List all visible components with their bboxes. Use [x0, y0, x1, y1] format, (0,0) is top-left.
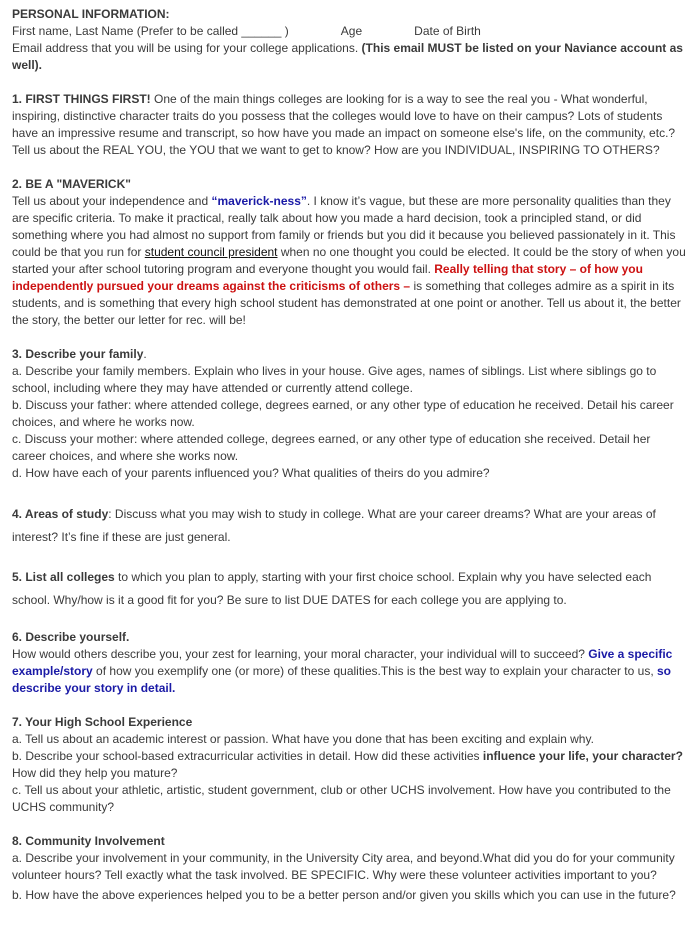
- s6-text-1: How would others describe you, your zest…: [12, 647, 589, 661]
- personal-fields-line: First name, Last Name (Prefer to be call…: [12, 23, 687, 40]
- email-line: Email address that you will be using for…: [12, 40, 687, 74]
- s7-b-text-2: How did they help you mature?: [12, 766, 178, 780]
- s3-item-b: b. Discuss your father: where attended c…: [12, 398, 674, 429]
- s3-heading-end: .: [143, 347, 147, 361]
- section-1-heading: 1. FIRST THINGS FIRST!: [12, 92, 151, 106]
- s3-item-a: a. Describe your family members. Explain…: [12, 364, 657, 395]
- section-5: 5. List all colleges to which you plan t…: [12, 566, 687, 612]
- section-6-heading: 6. Describe yourself.: [12, 630, 130, 644]
- s3-item-d: d. How have each of your parents influen…: [12, 466, 490, 480]
- section-1: 1. FIRST THINGS FIRST! One of the main t…: [12, 91, 687, 159]
- age-field: Age: [340, 24, 363, 38]
- name-fields: First name, Last Name (Prefer to be call…: [12, 24, 289, 38]
- s8-item-a: a. Describe your involvement in your com…: [12, 851, 675, 882]
- s4-body: : Discuss what you may wish to study in …: [12, 507, 656, 544]
- document: PERSONAL INFORMATION: First name, Last N…: [0, 0, 695, 907]
- s2-maverick: “maverick-ness”: [211, 194, 307, 208]
- section-6-body: How would others describe you, your zest…: [12, 646, 687, 697]
- s7-b-text-1: b. Describe your school-based extracurri…: [12, 749, 483, 763]
- s6-text-2: of how you exemplify one (or more) of th…: [92, 664, 657, 678]
- personal-heading: PERSONAL INFORMATION:: [12, 7, 170, 21]
- s4-heading: 4. Areas of study: [12, 507, 109, 521]
- section-2-body: Tell us about your independence and “mav…: [12, 193, 687, 329]
- section-2-heading: 2. BE A "MAVERICK": [12, 177, 131, 191]
- s7-item-b: b. Describe your school-based extracurri…: [12, 748, 687, 782]
- dob-field: Date of Birth: [414, 24, 481, 38]
- section-3-heading: 3. Describe your family.: [12, 346, 687, 363]
- s3-item-c: c. Discuss your mother: where attended c…: [12, 432, 651, 463]
- s7-item-c: c. Tell us about your athletic, artistic…: [12, 783, 671, 814]
- s2-text-1: Tell us about your independence and: [12, 194, 212, 208]
- email-text: Email address that you will be using for…: [12, 41, 362, 55]
- section-7-heading: 7. Your High School Experience: [12, 715, 193, 729]
- s7-item-a: a. Tell us about an academic interest or…: [12, 732, 594, 746]
- s8-item-b: b. How have the above experiences helped…: [12, 888, 676, 902]
- s5-heading: 5. List all colleges: [12, 570, 115, 584]
- s7-b-bold: influence your life, your character?: [482, 749, 683, 763]
- section-8-heading: 8. Community Involvement: [12, 834, 165, 848]
- section-4: 4. Areas of study: Discuss what you may …: [12, 503, 687, 549]
- s3-heading-text: 3. Describe your family: [12, 347, 144, 361]
- s2-council-link: student council president: [144, 245, 278, 259]
